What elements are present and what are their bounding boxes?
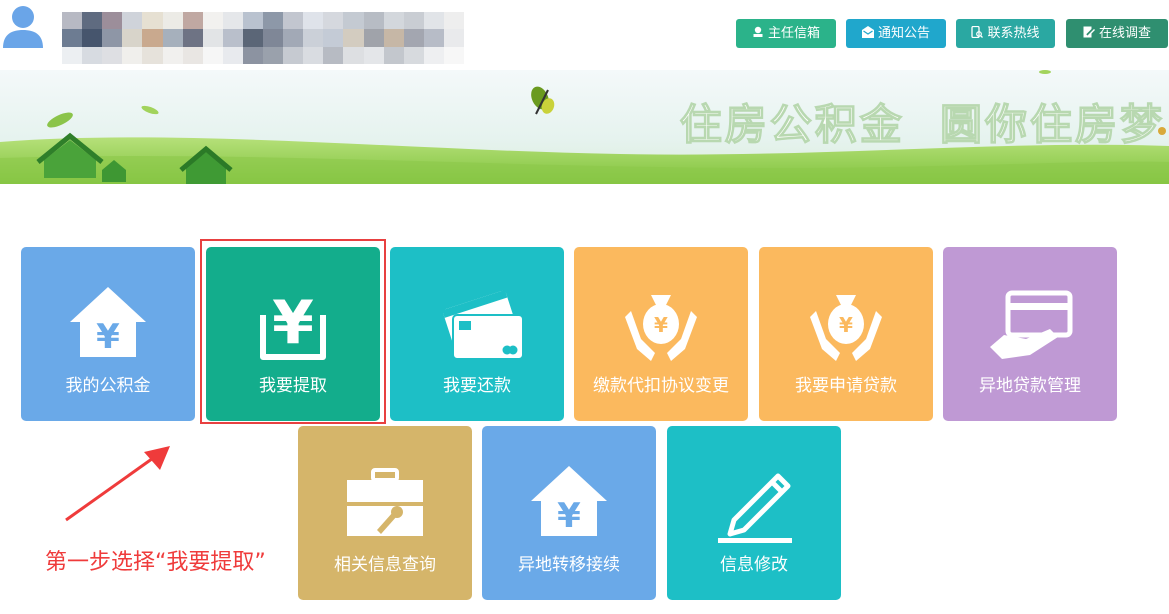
director-mailbox-label: 主任信箱: [767, 26, 820, 41]
tile-info-edit-label: 信息修改: [720, 555, 788, 575]
tile-my-fund[interactable]: ¥ 我的公积金: [21, 247, 195, 421]
instruction-text: 第一步选择“我要提取”: [45, 550, 266, 575]
card-hand-icon: [990, 290, 1073, 359]
svg-text:¥: ¥: [557, 496, 581, 536]
tile-repay[interactable]: 我要还款: [390, 247, 564, 421]
hotline-button[interactable]: 联系热线: [956, 19, 1055, 48]
redacted-site-title: [62, 12, 464, 64]
tile-info-query[interactable]: 相关信息查询: [298, 426, 472, 600]
tile-agreement-change[interactable]: ¥ 缴款代扣协议变更: [574, 247, 748, 421]
pencil-icon: [718, 473, 792, 543]
notice-label: 通知公告: [877, 26, 930, 41]
svg-text:¥: ¥: [96, 317, 120, 357]
hotline-label: 联系热线: [987, 26, 1040, 41]
online-survey-button[interactable]: 在线调查: [1066, 19, 1168, 48]
online-survey-label: 在线调查: [1098, 26, 1151, 41]
money-bag-hands-icon: ¥: [810, 295, 882, 361]
tile-agreement-change-label: 缴款代扣协议变更: [593, 376, 729, 396]
annotation-arrow-icon: [65, 446, 170, 522]
tile-info-query-label: 相关信息查询: [334, 555, 436, 575]
tile-apply-loan[interactable]: ¥ 我要申请贷款: [759, 247, 933, 421]
tile-remote-loan-label: 异地贷款管理: [979, 376, 1081, 396]
tile-my-fund-label: 我的公积金: [65, 376, 151, 396]
tile-remote-transfer-label: 异地转移接续: [518, 555, 620, 575]
svg-text:¥: ¥: [839, 313, 853, 337]
house-yen-icon: ¥: [70, 287, 146, 357]
tile-remote-loan[interactable]: 异地贷款管理: [943, 247, 1117, 421]
award-icon: [753, 26, 763, 37]
svg-text:¥: ¥: [654, 313, 668, 337]
user-avatar-icon[interactable]: [2, 4, 44, 48]
banner-image: 住房公积金 圆你住房梦: [0, 70, 1169, 184]
tile-apply-loan-label: 我要申请贷款: [795, 376, 897, 396]
toolbox-icon: [347, 468, 423, 536]
banner-slogan: 住房公积金 圆你住房梦: [680, 100, 1165, 149]
tile-repay-label: 我要还款: [443, 376, 511, 396]
edit-icon: [1083, 26, 1095, 38]
highlight-box: [200, 239, 386, 424]
house-yen-icon: ¥: [531, 466, 607, 536]
envelope-icon: [861, 26, 874, 38]
notice-button[interactable]: 通知公告: [846, 19, 946, 48]
phone-search-icon: [971, 26, 984, 38]
tile-remote-transfer[interactable]: ¥ 异地转移接续: [482, 426, 656, 600]
director-mailbox-button[interactable]: 主任信箱: [736, 19, 836, 48]
tile-info-edit[interactable]: 信息修改: [667, 426, 841, 600]
banner: 住房公积金 圆你住房梦: [0, 70, 1169, 184]
header-bar: 主任信箱 通知公告 联系热线 在线调查: [0, 0, 1169, 70]
credit-card-icon: [442, 289, 524, 360]
money-bag-hands-icon: ¥: [625, 295, 697, 361]
